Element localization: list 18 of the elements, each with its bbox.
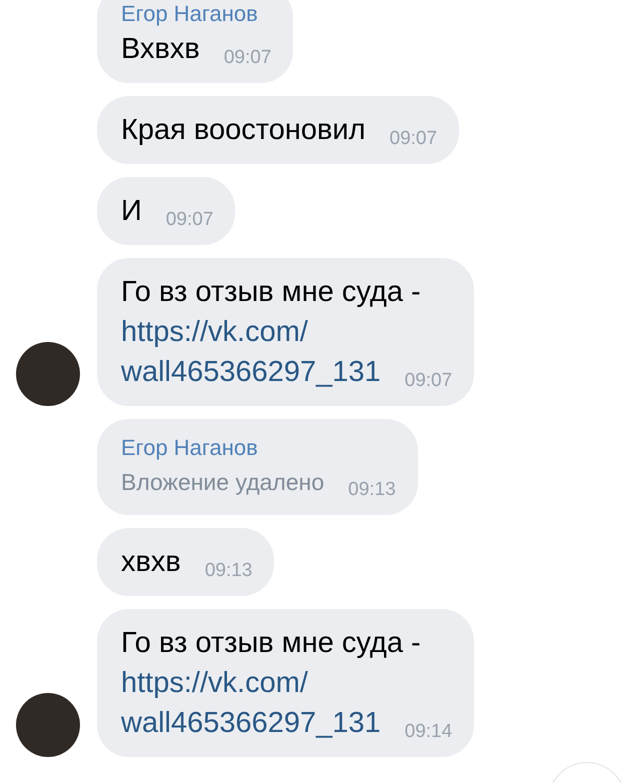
deleted-attachment-note: Вложение удалено: [121, 468, 324, 497]
message-text: хвхв: [121, 545, 181, 580]
message-text: И: [121, 194, 142, 229]
message-time: 09:07: [224, 48, 272, 69]
message-link[interactable]: https://vk.com/ wall465366297_131: [121, 663, 381, 743]
message-time: 09:07: [390, 129, 438, 150]
message-time: 09:07: [404, 371, 452, 392]
sender-name[interactable]: Егор Наганов: [121, 0, 272, 29]
message-text: Го вз отзыв мне суда -: [121, 626, 422, 661]
message-time: 09:14: [404, 722, 452, 743]
message-time: 09:13: [348, 480, 396, 501]
message-time: 09:07: [166, 210, 214, 231]
message-time: 09:13: [204, 561, 252, 582]
message-text: Го вз отзыв мне суда -: [121, 275, 422, 310]
sender-name[interactable]: Егор Наганов: [121, 433, 396, 463]
message-link[interactable]: https://vk.com/ wall465366297_131: [121, 312, 381, 392]
message-text: Вхвхв: [121, 32, 200, 67]
message-text: Края воостоновил: [121, 113, 366, 148]
